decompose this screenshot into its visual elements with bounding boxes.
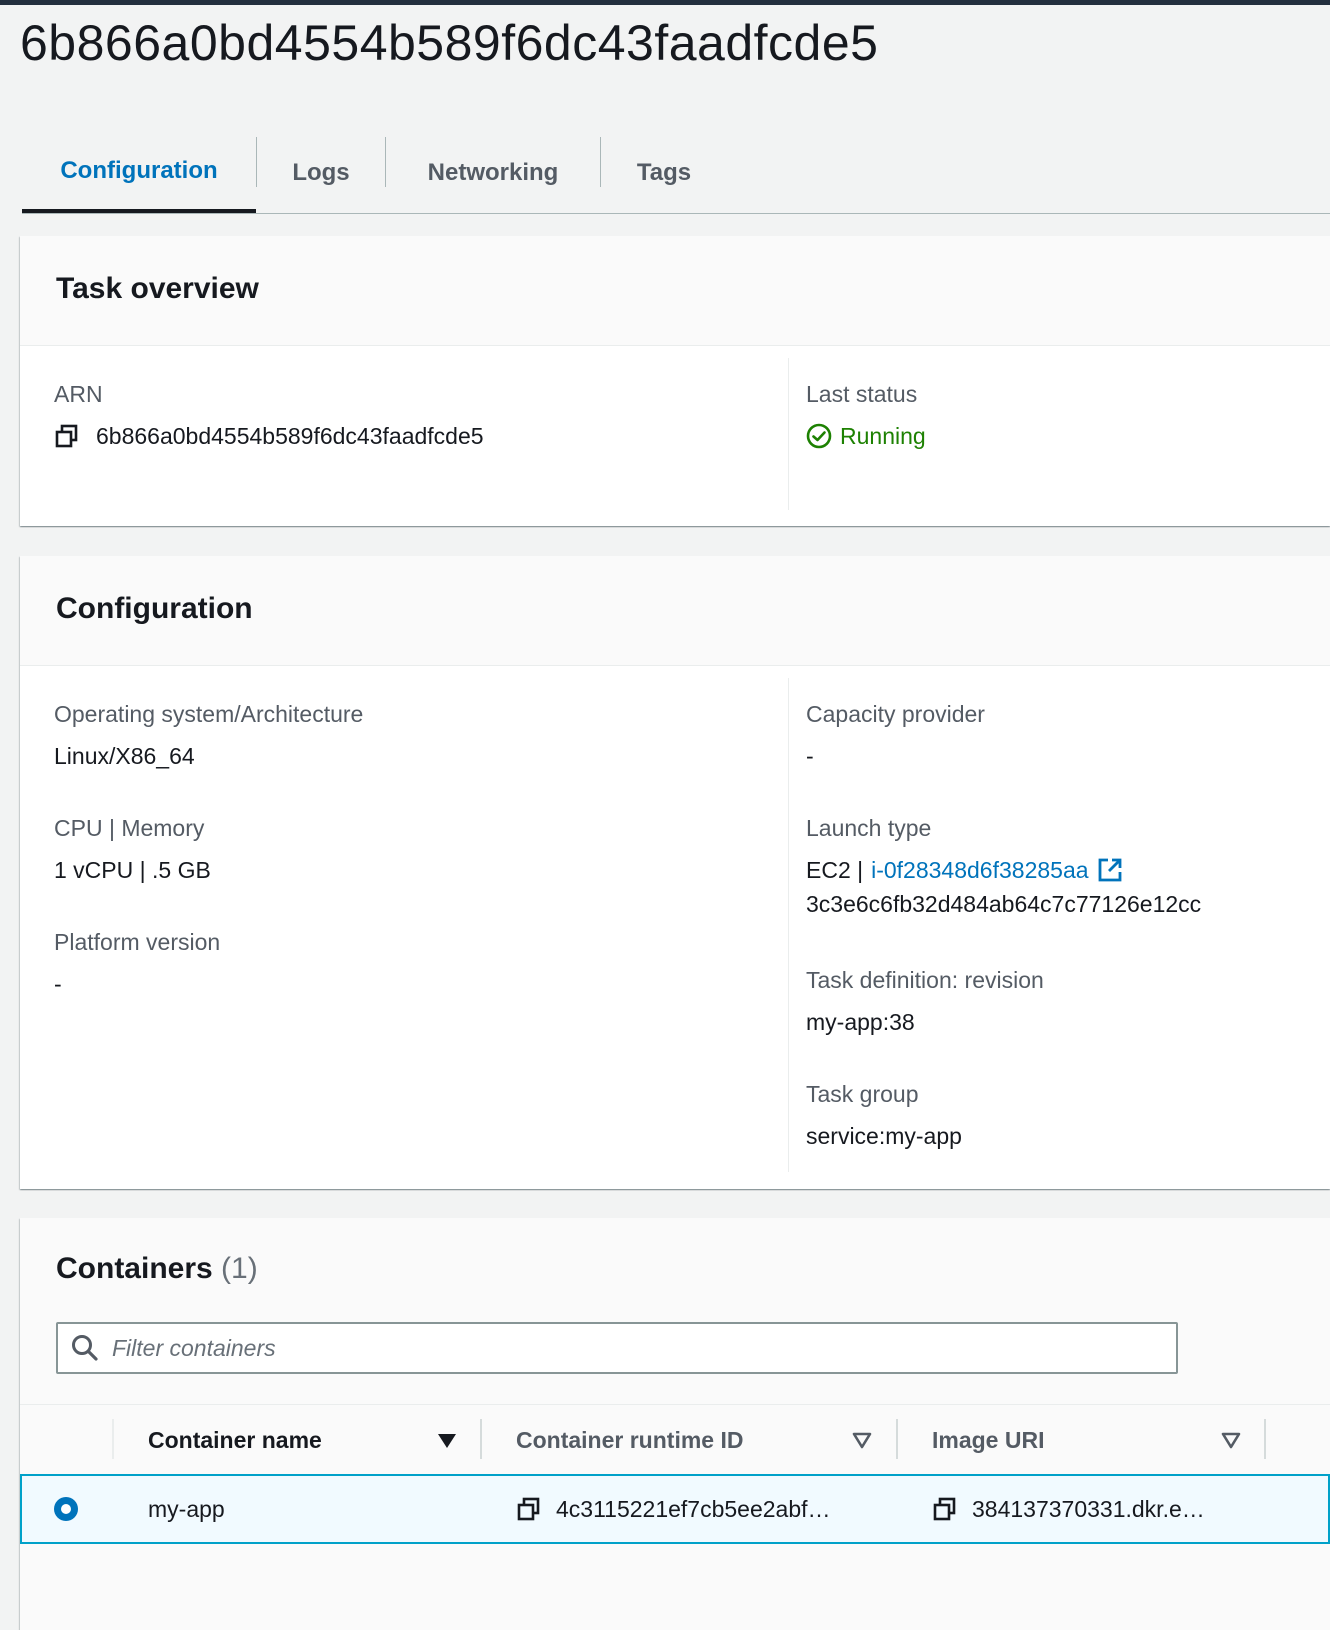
capacity-label: Capacity provider xyxy=(806,701,985,727)
task-overview-title: Task overview xyxy=(56,272,259,305)
last-status-field: Last status Running xyxy=(806,380,926,450)
top-bar xyxy=(0,0,1330,5)
column-container-name[interactable]: Container name xyxy=(148,1405,322,1475)
filter-box xyxy=(56,1322,1178,1374)
containers-count: (1) xyxy=(221,1252,258,1285)
cpu-memory-value: 1 vCPU | .5 GB xyxy=(54,857,211,883)
page-title: 6b866a0bd4554b589f6dc43faadfcde5 xyxy=(20,15,879,71)
platform-value: - xyxy=(54,971,62,997)
check-circle-icon xyxy=(806,423,832,449)
task-definition-field: Task definition: revision my-app:38 xyxy=(806,966,1044,1036)
task-overview-card: Task overview ARN 6b866a0bd4554b589f6dc4… xyxy=(20,236,1330,526)
column-separator xyxy=(896,1419,898,1459)
configuration-title: Configuration xyxy=(56,592,253,625)
capacity-value: - xyxy=(806,743,814,769)
containers-card: Containers (1) Container name Container … xyxy=(20,1218,1330,1630)
table-header: Container name Container runtime ID Imag… xyxy=(20,1404,1330,1474)
cpu-memory-field: CPU | Memory 1 vCPU | .5 GB xyxy=(54,814,211,884)
containers-title: Containers xyxy=(56,1252,213,1285)
platform-field: Platform version - xyxy=(54,928,220,998)
cpu-memory-label: CPU | Memory xyxy=(54,815,205,841)
tab-configuration[interactable]: Configuration xyxy=(22,133,256,213)
column-separator xyxy=(480,1419,482,1459)
task-definition-label: Task definition: revision xyxy=(806,967,1044,993)
task-definition-link[interactable]: my-app:38 xyxy=(806,1008,1044,1036)
instance-id-secondary[interactable]: 3c3e6c6fb32d484ab64c7c77126e12cc xyxy=(806,890,1201,918)
column-runtime-id[interactable]: Container runtime ID xyxy=(516,1405,743,1475)
search-icon xyxy=(70,1333,100,1363)
tab-logs[interactable]: Logs xyxy=(257,133,385,213)
instance-link[interactable]: i-0f28348d6f38285aa xyxy=(871,856,1088,884)
sort-icon[interactable] xyxy=(851,1429,873,1451)
arn-field: ARN 6b866a0bd4554b589f6dc43faadfcde5 xyxy=(54,380,484,450)
copy-icon[interactable] xyxy=(932,1496,958,1522)
image-uri-cell: 384137370331.dkr.e… xyxy=(932,1476,1205,1542)
filter-containers-input[interactable] xyxy=(110,1333,1154,1363)
launch-type-value: EC2 | i-0f28348d6f38285aa xyxy=(806,856,1201,884)
column-separator xyxy=(112,1419,114,1459)
task-overview-header: Task overview xyxy=(20,236,1330,346)
tab-bar: Configuration Logs Networking Tags xyxy=(22,133,1330,214)
last-status-value: Running xyxy=(806,422,926,450)
launch-type-field: Launch type EC2 | i-0f28348d6f38285aa 3c… xyxy=(806,814,1201,918)
row-select[interactable] xyxy=(54,1476,78,1542)
tab-tags[interactable]: Tags xyxy=(601,133,727,213)
status-text: Running xyxy=(840,423,926,449)
configuration-card: Configuration Operating system/Architect… xyxy=(20,556,1330,1189)
task-group-label: Task group xyxy=(806,1081,919,1107)
external-link-icon[interactable] xyxy=(1097,857,1123,883)
arn-text: 6b866a0bd4554b589f6dc43faadfcde5 xyxy=(96,423,484,449)
sort-icon[interactable] xyxy=(1220,1429,1242,1451)
os-field: Operating system/Architecture Linux/X86_… xyxy=(54,700,363,770)
task-group-value: service:my-app xyxy=(806,1123,962,1149)
runtime-id-text: 4c3115221ef7cb5ee2abf… xyxy=(556,1495,831,1522)
platform-label: Platform version xyxy=(54,929,221,955)
last-status-label: Last status xyxy=(806,381,918,407)
column-separator xyxy=(1264,1419,1266,1459)
runtime-id-cell: 4c3115221ef7cb5ee2abf… xyxy=(516,1476,831,1542)
column-divider xyxy=(788,358,789,510)
image-uri-text: 384137370331.dkr.e… xyxy=(972,1495,1205,1522)
arn-label: ARN xyxy=(54,381,103,407)
containers-heading: Containers (1) xyxy=(56,1252,258,1286)
container-name-cell: my-app xyxy=(148,1495,225,1522)
os-value: Linux/X86_64 xyxy=(54,743,195,769)
column-divider xyxy=(788,678,789,1172)
task-group-field: Task group service:my-app xyxy=(806,1080,962,1150)
launch-type-prefix: EC2 | xyxy=(806,857,864,883)
table-row[interactable]: my-app 4c3115221ef7cb5ee2abf… 3841373703… xyxy=(20,1474,1330,1544)
copy-icon[interactable] xyxy=(516,1496,542,1522)
sort-descending-icon[interactable] xyxy=(436,1429,458,1451)
launch-type-label: Launch type xyxy=(806,815,932,841)
column-image-uri[interactable]: Image URI xyxy=(932,1405,1044,1475)
copy-icon[interactable] xyxy=(54,423,80,449)
arn-value: 6b866a0bd4554b589f6dc43faadfcde5 xyxy=(54,422,484,450)
radio-selected-icon[interactable] xyxy=(54,1497,78,1521)
os-label: Operating system/Architecture xyxy=(54,701,364,727)
configuration-header: Configuration xyxy=(20,556,1330,666)
tab-networking[interactable]: Networking xyxy=(386,133,600,213)
capacity-field: Capacity provider - xyxy=(806,700,985,770)
